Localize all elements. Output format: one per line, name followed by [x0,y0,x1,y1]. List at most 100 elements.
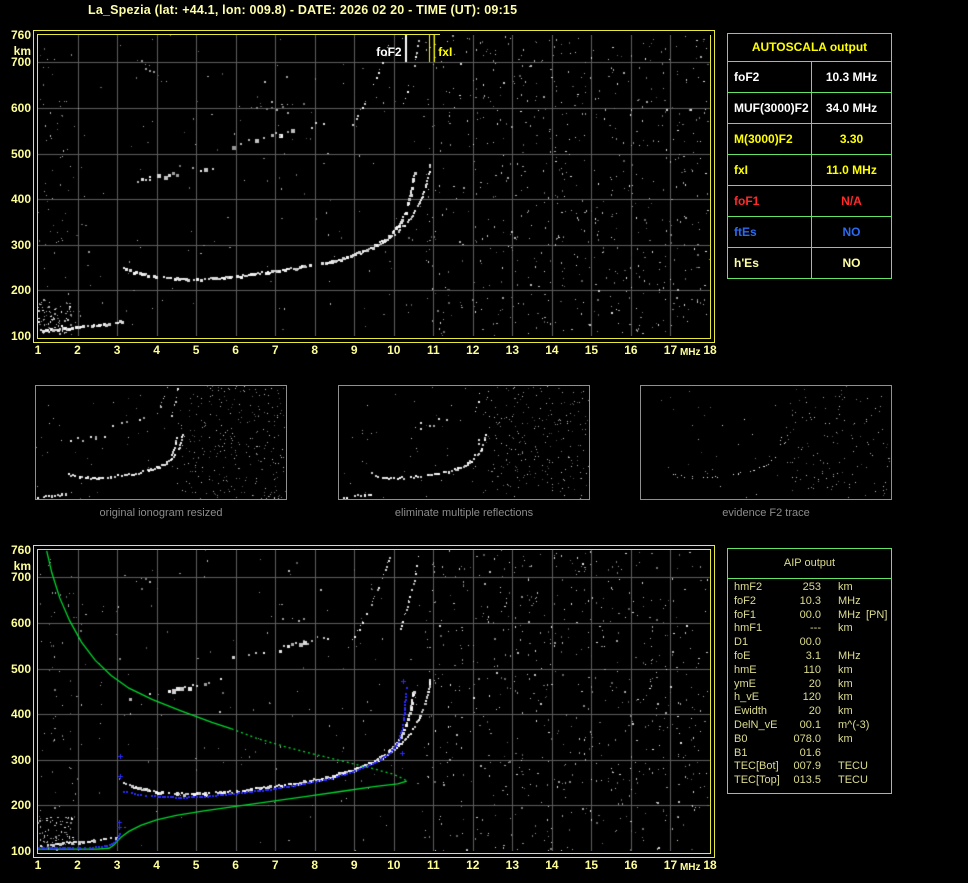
x-axis-tick-10: 10 [387,343,401,357]
aip-unit: km [838,677,853,690]
autoscala-output-table: AUTOSCALA output foF2 10.3 MHz MUF(3000)F2… [727,33,892,279]
aip-name: foF2 [734,594,757,607]
autoscala-row-value: 3.30 [839,132,864,146]
aip-name: h_vE [734,691,760,704]
autoscala-row-fof2: foF2 10.3 MHz [728,62,891,93]
autoscala-row-value: NO [842,256,861,270]
aip-row-delnve: DelN_vE 00.1 m^(-3) [728,719,891,733]
x-axis-tick-8: 8 [311,343,319,357]
y-axis-unit-label: km [13,559,31,573]
autoscala-table-header: AUTOSCALA output [728,34,891,62]
autoscala-row-m3000f2: M(3000)F2 3.30 [728,124,891,155]
autoscala-row-label: h'Es [728,248,812,278]
bottom-ionogram-plot-area [37,549,711,854]
y-axis-tick-300: 300 [10,237,31,252]
y-axis-tick-100: 100 [10,329,31,343]
aip-name: D1 [734,636,749,649]
y-axis-tick-500: 500 [10,146,31,161]
aip-row-b0: B0 078.0 km [728,733,891,747]
y-axis-tick-600: 600 [10,100,31,115]
aip-row-b1: B1 01.6 [728,747,891,761]
x-axis-tick-3: 3 [113,858,121,872]
aip-value: 120 [802,691,821,704]
aip-unit: km [838,732,853,745]
x-axis-tick-6: 6 [232,343,239,357]
aip-value: 253 [802,581,821,593]
top-ionogram-plot-area [37,34,711,339]
y-axis-tick-500: 500 [10,661,31,676]
autoscala-row-muf3000f2: MUF(3000)F2 34.0 MHz [728,93,891,124]
x-axis-tick-12: 12 [466,343,480,357]
autoscala-row-label: MUF(3000)F2 [728,93,812,123]
y-axis-tick-760: 760 [10,28,31,42]
aip-row-foe: foE 3.1 MHz [728,650,891,664]
aip-value: 20 [808,677,821,690]
fxI-marker-label: fxI [438,45,453,59]
autoscala-row-fof1: foF1 N/A [728,186,891,217]
aip-row-tecbot: TEC[Bot] 007.9 TECU [728,760,891,774]
y-axis-tick-100: 100 [10,844,31,858]
autoscala-row-value: NO [842,225,861,239]
thumbnail-caption-evidence: evidence F2 trace [722,507,810,519]
aip-value: 00.0 [799,636,821,649]
x-axis-tick-15: 15 [584,343,599,357]
autoscala-row-label: ftEs [728,217,812,247]
aip-row-hmf2: hmF2 253 km [728,581,891,595]
aip-value: 20 [808,705,821,718]
autoscala-row-hes: h'Es NO [728,248,891,278]
thumbnail-original-canvas [36,386,286,499]
x-axis-tick-14: 14 [545,343,559,357]
aip-unit: MHz [838,594,861,607]
aip-row-hmf1: hmF1 --- km [728,622,891,636]
y-axis-unit-label: km [13,44,31,58]
aip-unit: km [838,691,853,704]
autoscala-row-ftes: ftEs NO [728,217,891,248]
bottom-ionogram-plot [33,545,715,858]
x-axis-tick-10: 10 [387,858,401,872]
aip-value: 10.3 [799,594,821,607]
x-axis-tick-2: 2 [74,343,81,357]
autoscala-row-value: 11.0 MHz [826,163,877,177]
aip-row-d1: D1 00.0 [728,636,891,650]
aip-table-header: AIP output [728,549,891,579]
aip-unit: TECU [838,760,868,773]
x-axis-tick-5: 5 [192,343,200,357]
y-axis-tick-300: 300 [10,752,31,767]
aip-value: 013.5 [793,774,821,787]
foF2-marker-label: foF2 [376,45,402,59]
thumbnail-caption-eliminate: eliminate multiple reflections [394,507,534,519]
x-axis-tick-7: 7 [271,343,279,357]
x-axis-tick-1: 1 [34,343,42,357]
aip-name: B1 [734,746,748,759]
x-axis-tick-3: 3 [113,343,121,357]
x-axis-tick-13: 13 [505,858,520,872]
autoscala-row-label: M(3000)F2 [728,124,812,154]
aip-row-ewidth: Ewidth 20 km [728,705,891,719]
aip-row-fof1: foF1 00.0 MHz [PN] [728,609,891,623]
x-axis-tick-2: 2 [74,858,81,872]
aip-name: hmF2 [734,581,763,593]
aip-value: 3.1 [805,649,821,662]
y-axis-tick-400: 400 [10,707,31,722]
aip-row-fof2: foF2 10.3 MHz [728,595,891,609]
autoscala-row-value: N/A [841,194,862,208]
aip-unit: km [838,705,853,718]
aip-name: foE [734,649,751,662]
thumbnail-caption-original: original ionogram resized [99,507,223,519]
aip-output-table: AIP output hmF2 253 km foF2 10.3 MHz foF1 00.0 M… [727,548,892,794]
aip-name: ymE [734,677,756,690]
aip-table-rows: hmF2 253 km foF2 10.3 MHz foF1 00.0 MHz [PN] hmF1 -… [728,581,891,793]
autoscala-window: La_Spezia (lat: +44.1, lon: 009.8) - DAT… [0,0,968,883]
aip-row-hme: hmE 110 km [728,664,891,678]
page-title: La_Spezia (lat: +44.1, lon: 009.8) - DAT… [88,3,518,17]
aip-name: Ewidth [734,705,768,718]
aip-name: hmF1 [734,622,763,635]
x-axis-tick-7: 7 [271,858,279,872]
aip-value: --- [810,622,821,635]
x-axis-tick-9: 9 [350,343,358,357]
x-axis-tick-16: 16 [624,858,638,872]
x-axis-tick-14: 14 [545,858,559,872]
aip-value: 110 [803,663,821,676]
aip-value: 078.0 [793,732,821,745]
aip-unit: km [838,622,853,635]
